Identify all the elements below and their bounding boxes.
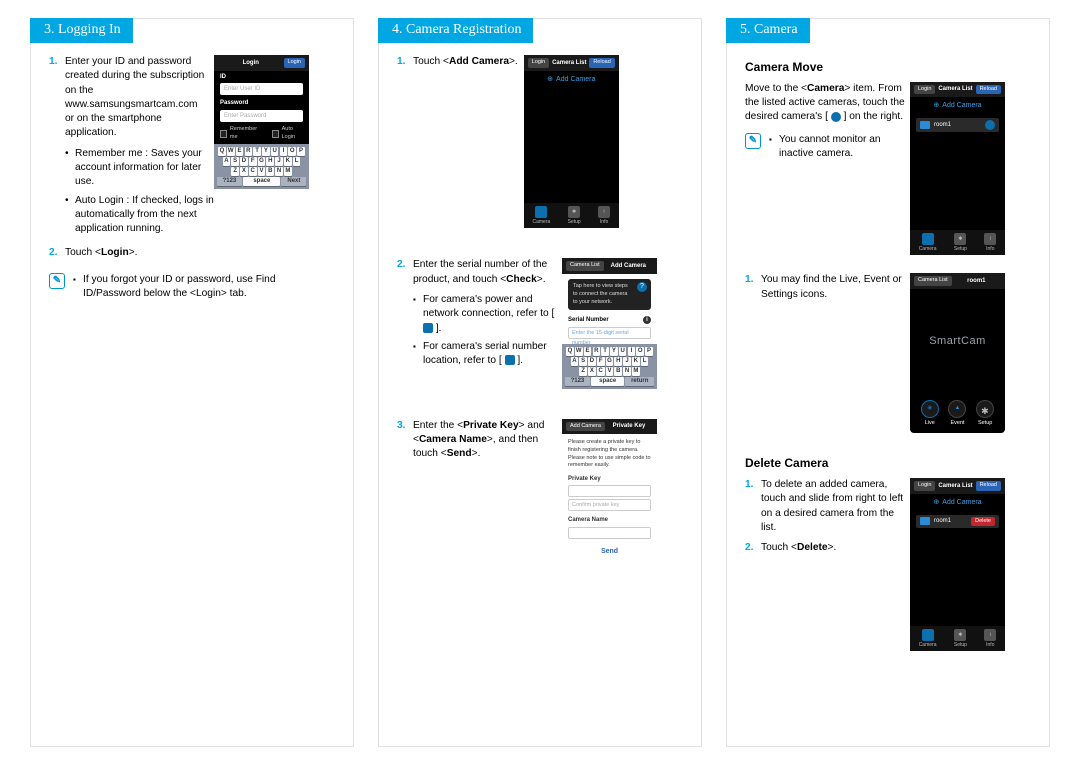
camera-select-icon [831, 112, 841, 122]
camera-row-delete[interactable]: room1Delete [916, 515, 999, 529]
serial-icon [505, 355, 515, 365]
heading-5: 5. Camera [726, 18, 810, 43]
phone-camera-list-room: LoginCamera ListReload Add Camera room1 … [910, 82, 1005, 255]
auto-login-checkbox[interactable]: Auto Login [266, 124, 309, 143]
keyboard[interactable]: QWERTYUIOPASDFGHJKLZXCVBNM ?123spaceNext [214, 144, 309, 189]
phone-camera-list: LoginCamera ListReload Add Camera Camera… [524, 55, 619, 228]
delete-button[interactable]: Delete [971, 517, 995, 527]
phone-private-key: Add CameraPrivate Key Please create a pr… [562, 419, 657, 562]
camera-icon[interactable] [535, 206, 547, 218]
setup-icon[interactable]: ✱ [954, 233, 966, 245]
step-text: Enter your ID and password created durin… [65, 55, 208, 141]
step-num: 2. [49, 246, 65, 260]
page: 3. Logging In 1. Enter your ID and passw… [0, 0, 1080, 765]
note: ✎ If you forgot your ID or password, use… [49, 273, 335, 306]
confirm-key-input[interactable]: Confirm private key [568, 499, 651, 511]
live-button[interactable]: ◉Live [921, 400, 939, 428]
add-camera-button[interactable]: Add Camera [910, 494, 1005, 512]
info-icon[interactable]: i [984, 629, 996, 641]
camera-icon[interactable] [922, 629, 934, 641]
phone-camera-list-delete: LoginCamera ListReload Add Camera room1D… [910, 478, 1005, 651]
camera-move-heading: Camera Move [745, 59, 1031, 76]
login-button[interactable]: Login [284, 58, 305, 68]
power-icon [423, 323, 433, 333]
setup-icon[interactable]: ✱ [954, 629, 966, 641]
camera-name-input[interactable] [568, 527, 651, 539]
private-key-input[interactable] [568, 485, 651, 497]
camera-icon [920, 121, 930, 129]
step-num: 1. [49, 55, 65, 141]
heading-3: 3. Logging In [30, 18, 133, 43]
camera-icon [920, 517, 930, 525]
smartcam-logo: SmartCam [910, 289, 1005, 395]
info-icon[interactable]: i [984, 233, 996, 245]
col-camera-registration: 4. Camera Registration 1. Touch <Add Cam… [378, 18, 702, 747]
bullet: Auto Login : If checked, logs in automat… [65, 194, 214, 237]
delete-camera-heading: Delete Camera [745, 455, 1031, 472]
add-camera-button[interactable]: Add Camera [910, 97, 1005, 115]
tip[interactable]: Tap here to view steps to connect the ca… [568, 279, 651, 310]
bullet: Remember me : Saves your account informa… [65, 147, 214, 190]
phone-login: LoginLogin ID Enter User ID Password Ent… [214, 55, 309, 189]
gear-icon [981, 405, 989, 413]
note-icon: ✎ [745, 133, 761, 149]
id-input[interactable]: Enter User ID [220, 83, 303, 95]
note-icon: ✎ [49, 273, 65, 289]
phone-smartcam: Camera Listroom1 SmartCam ◉Live ▲Event S… [910, 273, 1005, 433]
send-button[interactable]: Send [568, 547, 651, 557]
camera-icon[interactable] [922, 233, 934, 245]
add-camera-button[interactable]: Add Camera [524, 71, 619, 89]
camera-row[interactable]: room1 [916, 118, 999, 132]
step-text: Touch <Login>. [65, 246, 208, 260]
heading-4: 4. Camera Registration [378, 18, 533, 43]
keyboard[interactable]: QWERTYUIOPASDFGHJKLZXCVBNM ?123spaceretu… [562, 344, 657, 389]
serial-input[interactable]: Enter the 15-digit serial number [568, 327, 651, 339]
col-logging-in: 3. Logging In 1. Enter your ID and passw… [30, 18, 354, 747]
info-icon[interactable]: i [598, 206, 610, 218]
help-icon: ? [637, 282, 647, 292]
remember-me-checkbox[interactable]: Remember me [214, 124, 266, 143]
phone-add-camera: Camera ListAdd Camera Tap here to view s… [562, 258, 657, 388]
col-camera: 5. Camera Camera Move Move to the <Camer… [726, 18, 1050, 747]
setup-button[interactable]: Setup [976, 400, 994, 428]
password-input[interactable]: Enter Password [220, 110, 303, 122]
event-button[interactable]: ▲Event [948, 400, 966, 428]
setup-icon[interactable]: ✱ [568, 206, 580, 218]
